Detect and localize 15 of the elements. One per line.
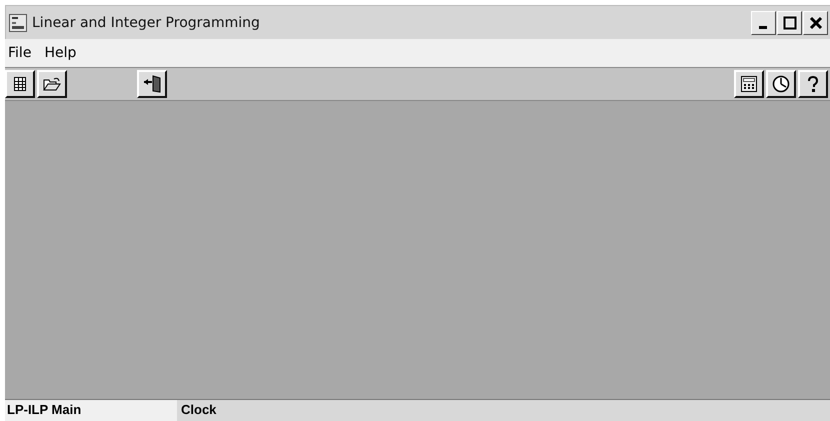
- status-panel: LP-ILP Main: [5, 400, 177, 421]
- close-icon[interactable]: [803, 10, 828, 34]
- help-icon[interactable]: [798, 70, 828, 98]
- status-panel: Clock: [177, 400, 830, 421]
- calculator-icon[interactable]: [734, 70, 764, 98]
- open-folder-icon[interactable]: [37, 70, 67, 98]
- maximize-icon[interactable]: [777, 10, 802, 34]
- menu-item[interactable]: Help: [44, 45, 76, 61]
- exit-door-icon[interactable]: [137, 70, 167, 98]
- minimize-icon[interactable]: [751, 10, 776, 34]
- menu-item[interactable]: File: [8, 45, 32, 61]
- window-title: Linear and Integer Programming: [32, 14, 260, 30]
- grid-icon[interactable]: [5, 70, 35, 98]
- clock-icon[interactable]: [766, 70, 796, 98]
- app-icon: [9, 14, 27, 32]
